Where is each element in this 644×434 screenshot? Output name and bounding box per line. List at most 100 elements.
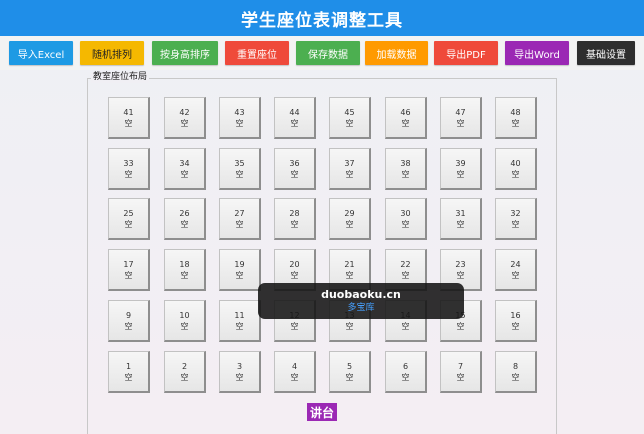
seat-status: 空 [180,118,189,128]
seat-number: 21 [344,259,355,269]
seat-number: 32 [510,208,521,218]
seat-43[interactable]: 43 空 [219,97,261,139]
import-excel-button[interactable]: 导入Excel [9,41,73,65]
seat-9[interactable]: 9空 [108,300,150,342]
seat-status: 空 [345,118,354,128]
seat-number: 38 [400,158,411,168]
seat-layout-legend: 教室座位布局 [91,72,150,83]
seat-number: 23 [455,259,466,269]
seat-number: 42 [179,107,190,117]
seat-number: 2 [181,361,188,371]
seat-number: 5 [346,361,353,371]
seat-status: 空 [345,372,354,382]
load-button[interactable]: 加载数据 [365,41,428,65]
seat-26[interactable]: 26 空 [164,198,206,240]
seat-4[interactable]: 4空 [274,351,316,393]
export-word-button[interactable]: 导出Word [505,41,569,65]
seat-status: 空 [401,270,410,280]
seat-1[interactable]: 1空 [108,351,150,393]
seat-40[interactable]: 40 空 [495,148,537,190]
seat-number: 31 [455,208,466,218]
reset-button[interactable]: 重置座位 [225,41,289,65]
seat-42[interactable]: 42 空 [164,97,206,139]
seat-34[interactable]: 34 空 [164,148,206,190]
seat-status: 空 [456,270,465,280]
seat-number: 47 [455,107,466,117]
seat-status: 空 [290,321,299,331]
seat-36[interactable]: 36 空 [274,148,316,190]
seat-layout-panel [87,78,557,434]
seat-10[interactable]: 10 空 [164,300,206,342]
seat-status: 空 [180,169,189,179]
seat-status: 空 [456,321,465,331]
seat-number: 10 [179,310,190,320]
seat-number: 46 [400,107,411,117]
seat-6[interactable]: 6空 [385,351,427,393]
seat-35[interactable]: 35 空 [219,148,261,190]
seat-45[interactable]: 45 空 [329,97,371,139]
seat-status: 空 [345,270,354,280]
seat-number: 1 [125,361,132,371]
seat-number: 40 [510,158,521,168]
seat-status: 空 [290,270,299,280]
seat-number: 48 [510,107,521,117]
seat-status: 空 [511,118,520,128]
seat-31[interactable]: 31 空 [440,198,482,240]
seat-status: 空 [235,372,244,382]
seat-number: 33 [123,158,134,168]
seat-number: 43 [234,107,245,117]
seat-number: 39 [455,158,466,168]
seat-18[interactable]: 18 空 [164,249,206,291]
seat-status: 空 [235,321,244,331]
toolbar: 导入Excel 随机排列 按身高排序 重置座位 保存数据 加载数据 导出PDF 导出Word 基… [0,36,644,70]
seat-2[interactable]: 2空 [164,351,206,393]
seat-48[interactable]: 48 空 [495,97,537,139]
seat-30[interactable]: 30 空 [385,198,427,240]
seat-number: 3 [236,361,243,371]
settings-button[interactable]: 基础设置 [577,41,635,65]
seat-status: 空 [511,169,520,179]
seat-41[interactable]: 41 空 [108,97,150,139]
seat-29[interactable]: 29 空 [329,198,371,240]
seat-47[interactable]: 47 空 [440,97,482,139]
seat-27[interactable]: 27 空 [219,198,261,240]
seat-status: 空 [124,169,133,179]
seat-44[interactable]: 44 空 [274,97,316,139]
seat-3[interactable]: 3空 [219,351,261,393]
seat-status: 空 [345,321,354,331]
seat-status: 空 [511,219,520,229]
height-sort-button[interactable]: 按身高排序 [152,41,218,65]
seat-19[interactable]: 19 空 [219,249,261,291]
seat-16[interactable]: 16 空 [495,300,537,342]
seat-11[interactable]: 11 空 [219,300,261,342]
random-button[interactable]: 随机排列 [80,41,144,65]
seat-37[interactable]: 37 空 [329,148,371,190]
seat-status: 空 [290,169,299,179]
seat-status: 空 [290,118,299,128]
seat-39[interactable]: 39 空 [440,148,482,190]
export-pdf-button[interactable]: 导出PDF [434,41,498,65]
seat-number: 20 [289,259,300,269]
seat-28[interactable]: 28 空 [274,198,316,240]
save-button[interactable]: 保存数据 [296,41,360,65]
seat-status: 空 [124,118,133,128]
seat-number: 8 [512,361,519,371]
seat-number: 29 [344,208,355,218]
seat-5[interactable]: 5空 [329,351,371,393]
seat-status: 空 [511,372,520,382]
seat-25[interactable]: 25 空 [108,198,150,240]
seat-status: 空 [456,169,465,179]
seat-32[interactable]: 32 空 [495,198,537,240]
app-title: 学生座位表调整工具 [241,10,403,31]
seat-status: 空 [401,372,410,382]
seat-7[interactable]: 7空 [440,351,482,393]
seat-46[interactable]: 46 空 [385,97,427,139]
watermark-domain: duobaoku.cn [321,288,401,301]
seat-number: 26 [179,208,190,218]
seat-17[interactable]: 17 空 [108,249,150,291]
seat-8[interactable]: 8空 [495,351,537,393]
seat-24[interactable]: 24 空 [495,249,537,291]
seat-33[interactable]: 33 空 [108,148,150,190]
seat-38[interactable]: 38 空 [385,148,427,190]
seat-status: 空 [235,118,244,128]
